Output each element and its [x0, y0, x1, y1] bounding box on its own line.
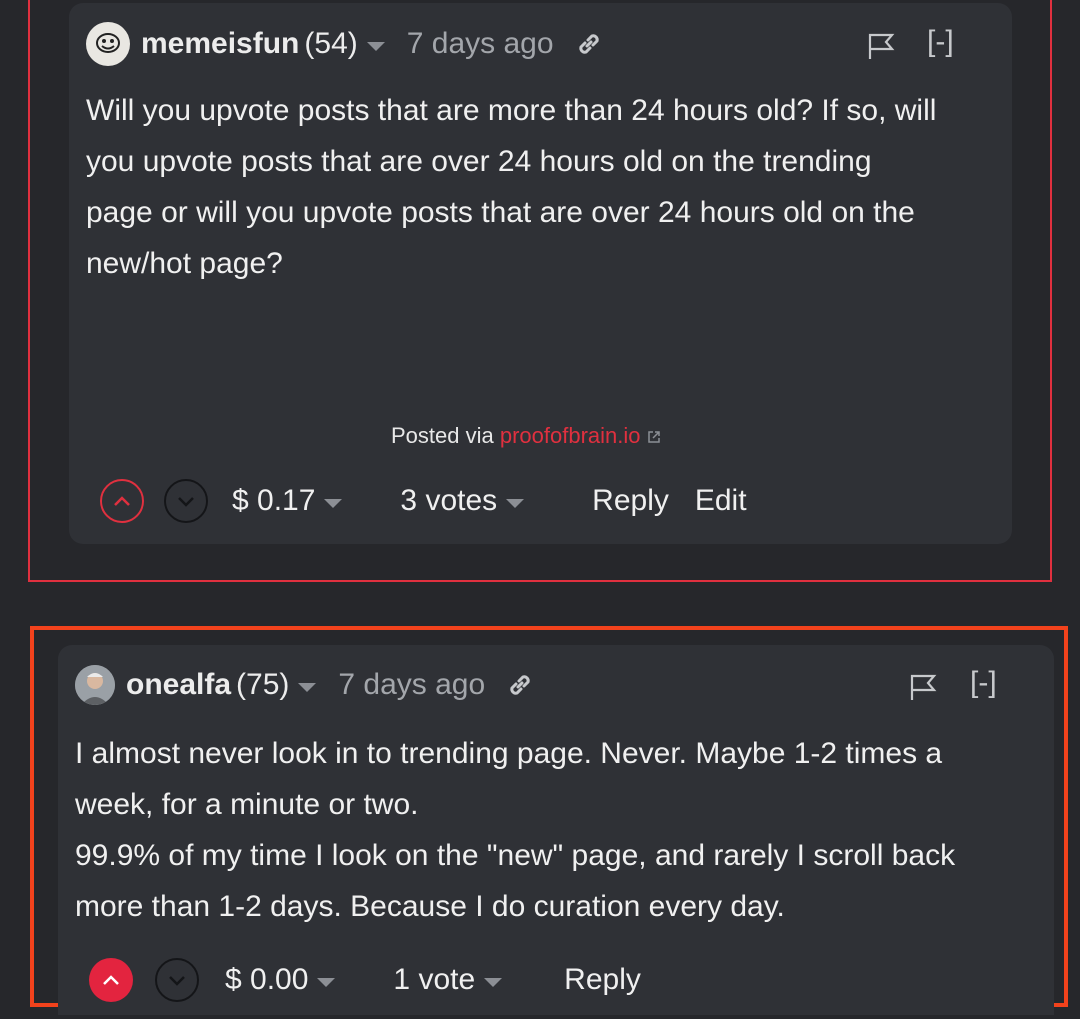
avatar[interactable]	[86, 22, 130, 66]
comment-line: I almost never look in to trending page.…	[75, 737, 943, 770]
avatar[interactable]	[75, 665, 115, 705]
chevron-down-icon	[169, 976, 185, 986]
chevron-down-icon	[178, 497, 194, 507]
payout-amount[interactable]: $ 0.17	[232, 484, 315, 518]
collapse-toggle[interactable]: [-]	[970, 666, 997, 700]
author-menu-caret-icon[interactable]	[298, 682, 317, 692]
comment-actions: $ 0.17 3 votes Reply Edit	[100, 476, 747, 526]
comment-actions: $ 0.00 1 vote Reply	[89, 955, 641, 1005]
posted-via-link[interactable]: proofofbrain.io	[500, 423, 641, 448]
timestamp[interactable]: 7 days ago	[407, 27, 554, 61]
author-reputation: (54)	[304, 27, 358, 60]
payout-amount[interactable]: $ 0.00	[225, 963, 308, 997]
author-name[interactable]: onealfa	[126, 668, 231, 702]
user-photo-icon	[75, 665, 115, 705]
comment-line: you upvote posts that are over 24 hours …	[86, 145, 872, 178]
reply-button[interactable]: Reply	[592, 484, 669, 518]
flag-icon[interactable]	[908, 672, 938, 707]
payout-caret-icon[interactable]	[324, 498, 343, 508]
comment-header: onealfa (75) 7 days ago	[75, 662, 535, 708]
edit-button[interactable]: Edit	[695, 484, 747, 518]
posted-via: Posted via proofofbrain.io	[391, 423, 661, 449]
external-link-icon	[647, 431, 660, 443]
comment-line: page or will you upvote posts that are o…	[86, 196, 915, 229]
votes-caret-icon[interactable]	[484, 977, 503, 987]
comment-body: Will you upvote posts that are more than…	[86, 85, 936, 289]
author-name[interactable]: memeisfun	[141, 27, 299, 61]
posted-via-label: Posted via	[391, 423, 494, 448]
author-reputation: (75)	[236, 668, 290, 701]
votes-count[interactable]: 1 vote	[393, 963, 475, 997]
link-icon[interactable]	[505, 670, 535, 700]
comment-card: onealfa (75) 7 days ago [-] I almost nev…	[58, 645, 1054, 1015]
votes-caret-icon[interactable]	[506, 498, 525, 508]
timestamp[interactable]: 7 days ago	[338, 668, 485, 702]
author-menu-caret-icon[interactable]	[366, 41, 385, 51]
comment-body: I almost never look in to trending page.…	[75, 728, 955, 932]
collapse-toggle[interactable]: [-]	[927, 25, 954, 59]
upvote-button[interactable]	[100, 479, 144, 523]
comment-line: more than 1-2 days. Because I do curatio…	[75, 890, 785, 923]
comment-card: memeisfun (54) 7 days ago [-] Will you u…	[69, 3, 1012, 544]
votes-count[interactable]: 3 votes	[400, 484, 497, 518]
link-icon[interactable]	[574, 29, 604, 59]
payout-caret-icon[interactable]	[317, 977, 336, 987]
comment-line: 99.9% of my time I look on the "new" pag…	[75, 839, 956, 872]
comment-line: Will you upvote posts that are more than…	[86, 94, 937, 127]
comment-header: memeisfun (54) 7 days ago	[86, 21, 604, 67]
chevron-up-icon	[103, 975, 119, 985]
reply-button[interactable]: Reply	[564, 963, 641, 997]
downvote-button[interactable]	[164, 479, 208, 523]
chevron-up-icon	[114, 496, 130, 506]
comment-line: week, for a minute or two.	[75, 788, 419, 821]
upvote-button[interactable]	[89, 958, 133, 1002]
comment-line: new/hot page?	[86, 247, 283, 280]
meme-face-icon	[96, 33, 120, 53]
flag-icon[interactable]	[866, 31, 896, 66]
downvote-button[interactable]	[155, 958, 199, 1002]
